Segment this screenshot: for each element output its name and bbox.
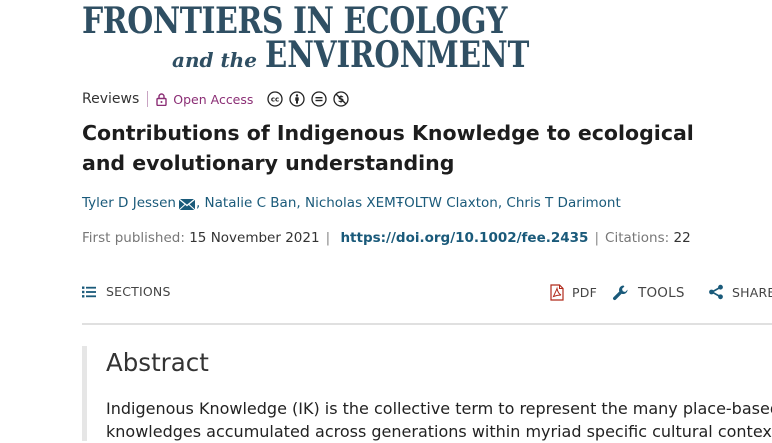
open-access-label: Open Access (173, 91, 254, 107)
share-icon (709, 284, 723, 300)
info-separator: | (325, 230, 331, 246)
pdf-icon (550, 284, 564, 301)
mail-icon[interactable] (178, 197, 196, 211)
author-list: Tyler D Jessen , Natalie C Ban, Nicholas… (82, 192, 621, 214)
toolbar-divider (82, 323, 772, 325)
article-meta-row: Reviews Open Access cc $ (82, 88, 350, 110)
author-link[interactable]: Nicholas XEMŦOLTW Claxton (305, 195, 498, 211)
article-type: Reviews (82, 91, 140, 107)
author-separator: , (296, 195, 305, 211)
abstract-line: Indigenous Knowledge (IK) is the collect… (106, 399, 772, 418)
author-link[interactable]: Tyler D Jessen (82, 195, 176, 211)
sections-label: SECTIONS (106, 284, 171, 299)
first-published-date: 15 November 2021 (189, 230, 320, 246)
no-derivatives-icon (311, 91, 328, 107)
pdf-button[interactable]: PDF (550, 284, 597, 301)
sections-button[interactable]: SECTIONS (82, 284, 171, 299)
tools-button[interactable]: TOOLS (612, 284, 685, 302)
author-link[interactable]: Chris T Darimont (506, 195, 620, 211)
lock-icon (156, 92, 167, 106)
non-commercial-icon: $ (333, 91, 350, 107)
author-separator: , (195, 195, 205, 211)
license-icons[interactable]: cc $ (267, 91, 350, 107)
share-label: SHARE (732, 284, 772, 300)
citations-count[interactable]: 22 (674, 230, 691, 246)
attribution-icon (289, 91, 306, 107)
info-separator: | (594, 230, 600, 246)
share-button[interactable]: SHARE (708, 284, 772, 300)
abstract-heading: Abstract (106, 348, 209, 377)
cc-icon: cc (267, 91, 284, 107)
journal-name-line2: and the ENVIRONMENT (172, 37, 591, 80)
svg-text:cc: cc (271, 96, 279, 104)
abstract-side-bar (82, 346, 87, 441)
journal-name-and: and the (172, 48, 257, 72)
meta-divider (147, 91, 149, 107)
journal-name-environment: ENVIRONMENT (264, 34, 530, 76)
first-published-label: First published: (82, 230, 185, 246)
publication-info: First published: 15 November 2021 | https… (82, 227, 691, 249)
article-toolbar: SECTIONS PDF TOOLS SHARE (82, 284, 772, 306)
journal-logo[interactable]: FRONTIERS IN ECOLOGY and the ENVIRONMENT (82, 2, 542, 73)
wrench-icon (613, 285, 628, 301)
article-title: Contributions of Indigenous Knowledge to… (82, 121, 694, 175)
list-icon (82, 286, 96, 297)
author-link[interactable]: Natalie C Ban (205, 195, 297, 211)
tools-label: TOOLS (638, 285, 685, 301)
abstract-text: Indigenous Knowledge (IK) is the collect… (106, 397, 772, 443)
doi-link[interactable]: https://doi.org/10.1002/fee.2435 (340, 230, 588, 246)
citations-label: Citations: (605, 230, 670, 246)
pdf-label: PDF (572, 285, 597, 300)
abstract-line: knowledges accumulated across generation… (106, 422, 772, 441)
open-access-badge[interactable]: Open Access (156, 92, 253, 107)
